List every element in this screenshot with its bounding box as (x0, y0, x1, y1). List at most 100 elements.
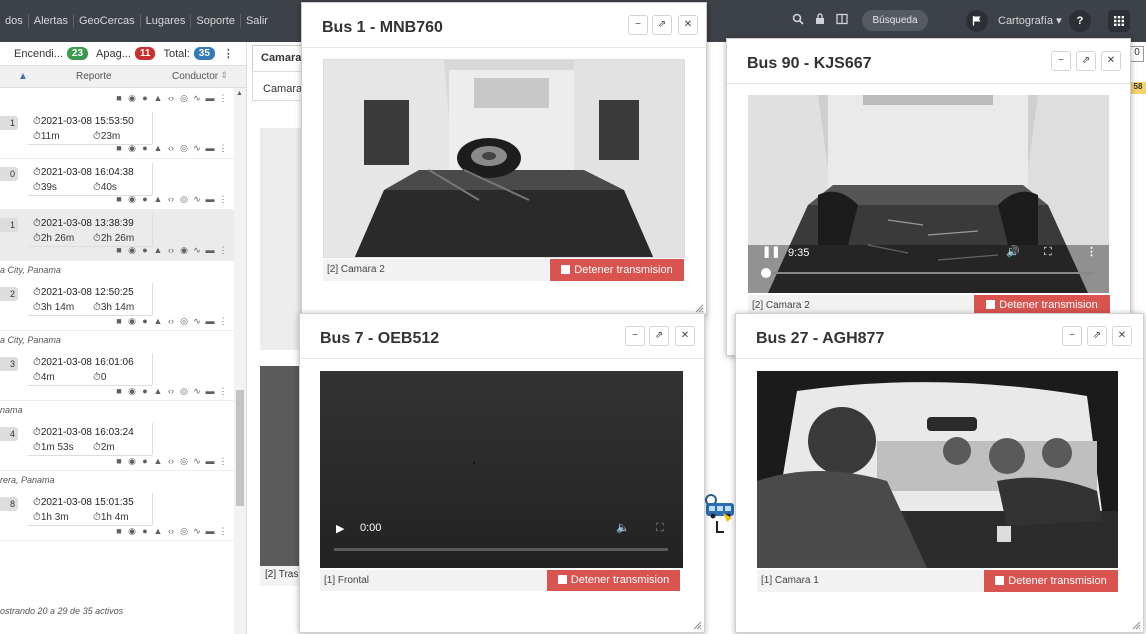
scroll-up-icon[interactable]: ▲ (236, 90, 243, 97)
nav-link-geocercas[interactable]: GeoCercas (74, 14, 141, 28)
bus-map-marker-icon[interactable] (703, 493, 737, 535)
minimize-button[interactable]: − (628, 15, 648, 35)
stop-transmission-button[interactable]: Detener transmision (974, 295, 1110, 315)
eye-slash-icon[interactable]: ◎ (179, 316, 189, 327)
lock-icon[interactable] (815, 13, 825, 28)
sort-icon[interactable]: ⇕ (220, 70, 228, 81)
stop-transmission-button[interactable]: Detener transmision (550, 259, 684, 281)
eye-slash-icon[interactable]: ◎ (179, 93, 189, 104)
info-icon[interactable]: ● (140, 386, 150, 396)
column-report[interactable]: Reporte (76, 71, 112, 82)
scrollbar-thumb[interactable] (236, 390, 244, 506)
fullscreen-icon[interactable]: ⛶ (656, 522, 664, 535)
cartografia-dropdown[interactable]: Cartografía ▾ (998, 14, 1062, 27)
warning-icon[interactable]: ▲ (153, 456, 163, 466)
camera-video-cargo-interior[interactable]: ❚❚ 9:35 🔊 ⛶ ⋮ (748, 95, 1109, 293)
stop-transmission-button[interactable]: Detener transmision (547, 570, 680, 591)
warning-icon[interactable]: ▲ (153, 526, 163, 536)
message-icon[interactable]: ▬ (205, 194, 215, 204)
code-icon[interactable]: ‹› (166, 93, 176, 103)
play-icon[interactable]: ▶ (336, 522, 344, 535)
minimize-button[interactable]: − (1051, 51, 1071, 71)
more-options-icon[interactable]: ⋮ (1086, 245, 1097, 258)
table-row[interactable]: a City, Panama 2 ⏱2021-03-08 12:50:25 ⏱3… (0, 261, 234, 331)
info-icon[interactable]: ● (140, 456, 150, 466)
code-icon[interactable]: ‹› (166, 386, 176, 396)
resize-grip-icon[interactable] (692, 620, 702, 630)
camera-video-driver[interactable] (757, 371, 1118, 568)
table-row[interactable]: nama 4 ⏱2021-03-08 16:03:24 ⏱1m 53s ⏱2m … (0, 401, 234, 471)
target-icon[interactable]: ◉ (127, 245, 137, 256)
route-icon[interactable]: ∿ (192, 245, 202, 256)
column-driver[interactable]: Conductor (172, 71, 218, 82)
message-icon[interactable]: ▬ (205, 93, 215, 103)
camera-window-bus-7[interactable]: Bus 7 - OEB512 − ⇗ ✕ ▶ 0:00 🔈 ⛶ [1] Fron… (299, 313, 705, 633)
popout-button[interactable]: ⇗ (652, 15, 672, 35)
target-icon[interactable]: ◉ (127, 526, 137, 537)
warning-icon[interactable]: ▲ (153, 245, 163, 255)
menu-icon[interactable]: ⋮ (218, 526, 228, 537)
video-icon[interactable]: ■ (114, 245, 124, 255)
close-button[interactable]: ✕ (678, 15, 698, 35)
route-icon[interactable]: ∿ (192, 456, 202, 467)
target-icon[interactable]: ◉ (127, 386, 137, 397)
video-icon[interactable]: ■ (114, 526, 124, 536)
search-button[interactable]: Búsqueda (862, 10, 928, 31)
route-icon[interactable]: ∿ (192, 526, 202, 537)
columns-icon[interactable] (836, 13, 848, 28)
total-label[interactable]: Total: (163, 48, 189, 60)
code-icon[interactable]: ‹› (166, 456, 176, 466)
grid-menu-icon[interactable] (1108, 10, 1130, 32)
menu-icon[interactable]: ⋮ (218, 316, 228, 327)
menu-icon[interactable]: ⋮ (218, 143, 228, 154)
target-icon[interactable]: ◉ (127, 194, 137, 205)
resize-grip-icon[interactable] (1131, 620, 1141, 630)
info-icon[interactable]: ● (140, 143, 150, 153)
close-button[interactable]: ✕ (675, 326, 695, 346)
message-icon[interactable]: ▬ (205, 143, 215, 153)
warning-icon[interactable]: ▲ (153, 194, 163, 204)
nav-link-alertas[interactable]: Alertas (29, 14, 74, 28)
sort-asc-icon[interactable]: ▲ (18, 71, 28, 82)
warning-icon[interactable]: ▲ (153, 316, 163, 326)
code-icon[interactable]: ‹› (166, 245, 176, 255)
help-icon[interactable]: ? (1069, 10, 1091, 32)
eye-slash-icon[interactable]: ◎ (179, 194, 189, 205)
warning-icon[interactable]: ▲ (153, 143, 163, 153)
menu-icon[interactable]: ⋮ (218, 194, 228, 205)
table-row[interactable]: a City, Panama 3 ⏱2021-03-08 16:01:06 ⏱4… (0, 331, 234, 401)
message-icon[interactable]: ▬ (205, 386, 215, 396)
message-icon[interactable]: ▬ (205, 245, 215, 255)
info-icon[interactable]: ● (140, 316, 150, 326)
video-icon[interactable]: ■ (114, 93, 124, 103)
target-icon[interactable]: ◉ (127, 456, 137, 467)
tab-camara[interactable]: Camara (252, 45, 304, 71)
minimize-button[interactable]: − (625, 326, 645, 346)
route-icon[interactable]: ∿ (192, 386, 202, 397)
menu-icon[interactable]: ⋮ (218, 456, 228, 467)
target-icon[interactable]: ◉ (127, 143, 137, 154)
table-row[interactable]: 1 ⏱2021-03-08 15:53:50 ⏱11m ⏱23m ■ ◉ ● ▲ ‹› ◎… (0, 108, 234, 159)
camera-window-bus-1[interactable]: Bus 1 - MNB760 − ⇗ ✕ [2] Camara 2 Detene… (301, 2, 707, 316)
route-icon[interactable]: ∿ (192, 143, 202, 154)
eye-icon[interactable]: ◉ (179, 245, 189, 256)
info-icon[interactable]: ● (140, 194, 150, 204)
code-icon[interactable]: ‹› (166, 143, 176, 153)
menu-icon[interactable]: ⋮ (218, 386, 228, 397)
route-icon[interactable]: ∿ (192, 316, 202, 327)
nav-link-dos[interactable]: dos (0, 14, 29, 28)
menu-icon[interactable]: ⋮ (218, 93, 228, 104)
list-scrollbar[interactable]: ▲ ▼ (234, 88, 246, 634)
table-row[interactable]: 1 ⏱2021-03-08 13:38:39 ⏱2h 26m ⏱2h 26m ■… (0, 210, 234, 261)
video-icon[interactable]: ■ (114, 456, 124, 466)
camera-window-bus-90[interactable]: Bus 90 - KJS667 − ⇗ ✕ ❚❚ 9:35 🔊 ⛶ ⋮ [2] … (726, 38, 1131, 356)
eye-slash-icon[interactable]: ◎ (179, 456, 189, 467)
code-icon[interactable]: ‹› (166, 526, 176, 536)
camera-video-cargo[interactable] (323, 59, 685, 258)
pause-icon[interactable]: ❚❚ (762, 245, 780, 258)
more-options-icon[interactable]: ⋮ (223, 47, 234, 60)
table-row[interactable]: 0 ⏱2021-03-08 16:04:38 ⏱39s ⏱40s ■ ◉ ● ▲ ‹› ◎… (0, 159, 234, 210)
message-icon[interactable]: ▬ (205, 456, 215, 466)
info-icon[interactable]: ● (140, 526, 150, 536)
popout-button[interactable]: ⇗ (649, 326, 669, 346)
